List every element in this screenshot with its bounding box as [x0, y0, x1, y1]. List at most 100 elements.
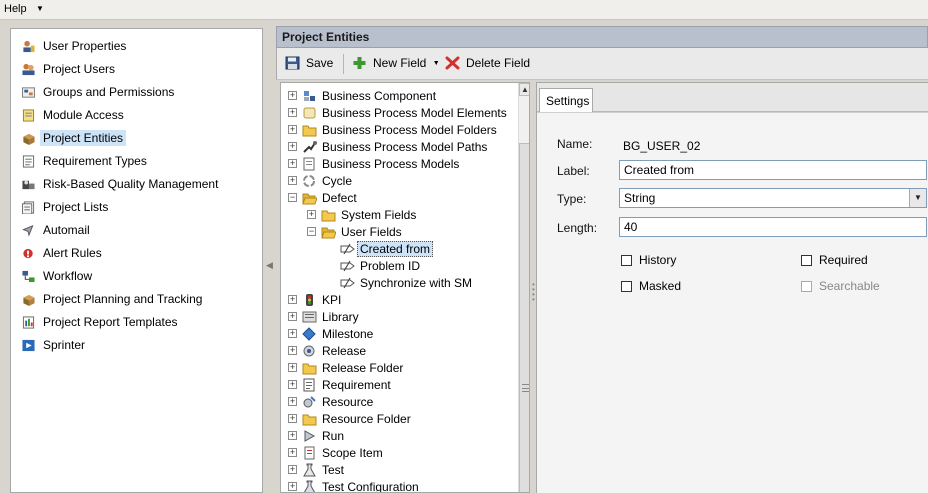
sidebar-item-project-report-templates[interactable]: Project Report Templates — [21, 312, 257, 333]
type-select[interactable]: String ▼ — [619, 188, 927, 208]
help-menu[interactable]: Help — [4, 3, 27, 15]
sidebar-item-risk-based-quality-management[interactable]: Risk-Based Quality Management — [21, 174, 257, 195]
sidebar-item-user-properties[interactable]: User Properties — [21, 36, 257, 57]
test-config-icon — [303, 480, 316, 492]
tree-node-label: Problem ID — [360, 259, 421, 273]
tree-node-label: Synchronize with SM — [360, 276, 473, 290]
scroll-thumb[interactable] — [519, 143, 529, 492]
sidebar-item-alert-rules[interactable]: Alert Rules — [21, 243, 257, 264]
tree-node-system-fields[interactable]: + System Fields — [281, 207, 517, 224]
sidebar-item-project-users[interactable]: Project Users — [21, 59, 257, 80]
tree-node-business-component[interactable]: + Business Component — [281, 88, 517, 105]
sidebar-item-label: Alert Rules — [43, 246, 102, 260]
sidebar-item-workflow[interactable]: Workflow — [21, 266, 257, 287]
tree-node-resource-folder[interactable]: + Resource Folder — [281, 411, 517, 428]
tree-node-synchronize-with-sm[interactable]: Synchronize with SM — [281, 275, 517, 292]
tree-node-defect[interactable]: − Defect — [281, 190, 517, 207]
tree-node-scope-item[interactable]: + Scope Item — [281, 445, 517, 462]
planning-icon — [23, 294, 35, 306]
tree-node-business-process-models[interactable]: + Business Process Models — [281, 156, 517, 173]
sidebar-item-module-access[interactable]: Module Access — [21, 105, 257, 126]
field-icon — [340, 243, 355, 255]
tree-node-resource[interactable]: + Resource — [281, 394, 517, 411]
expand-icon[interactable]: + — [288, 312, 297, 321]
tree-node-release-folder[interactable]: + Release Folder — [281, 360, 517, 377]
tree-node-business-process-model-folders[interactable]: + Business Process Model Folders — [281, 122, 517, 139]
expand-icon[interactable]: + — [307, 210, 316, 219]
save-button[interactable]: Save — [285, 56, 333, 72]
expand-icon[interactable]: + — [288, 176, 297, 185]
expand-icon[interactable]: + — [288, 295, 297, 304]
collapse-icon[interactable]: − — [288, 193, 297, 202]
expand-icon[interactable]: + — [288, 397, 297, 406]
delete-field-button[interactable]: Delete Field — [445, 56, 530, 72]
groups-icon — [22, 87, 35, 98]
tree-node-run[interactable]: + Run — [281, 428, 517, 445]
tree-vertical-scrollbar[interactable]: ▲ — [518, 83, 529, 492]
expand-icon[interactable]: + — [288, 414, 297, 423]
collapse-icon[interactable]: − — [307, 227, 316, 236]
expand-icon[interactable]: + — [288, 142, 297, 151]
chevron-down-icon[interactable]: ▼ — [909, 189, 926, 207]
requirement-icon — [303, 378, 315, 392]
sidebar-item-label: Workflow — [43, 269, 93, 283]
sidebar-item-project-lists[interactable]: Project Lists — [21, 197, 257, 218]
expand-icon[interactable]: + — [288, 431, 297, 440]
expand-icon[interactable]: + — [288, 159, 297, 168]
expand-icon[interactable]: + — [288, 448, 297, 457]
expand-icon[interactable]: + — [288, 363, 297, 372]
sidebar-item-requirement-types[interactable]: Requirement Types — [21, 151, 257, 172]
tree-node-release[interactable]: + Release — [281, 343, 517, 360]
expand-icon[interactable]: + — [288, 91, 297, 100]
chevron-down-icon[interactable]: ▼ — [433, 60, 440, 67]
tree-node-label: Test Configuration — [322, 480, 419, 493]
bpm-paths-icon — [303, 141, 317, 153]
expand-icon[interactable]: + — [288, 380, 297, 389]
tree-node-label: Cycle — [322, 174, 353, 188]
tree-node-user-fields[interactable]: − User Fields — [281, 224, 517, 241]
sidebar-item-groups-and-permissions[interactable]: Groups and Permissions — [21, 82, 257, 103]
page-title: Project Entities — [282, 30, 370, 44]
tree-node-test[interactable]: + Test — [281, 462, 517, 479]
scroll-up-icon[interactable]: ▲ — [519, 83, 529, 96]
expand-icon[interactable]: + — [288, 329, 297, 338]
tree-node-kpi[interactable]: + KPI — [281, 292, 517, 309]
length-label: Length: — [557, 221, 598, 235]
tree-node-test-configuration[interactable]: + Test Configuration — [281, 479, 517, 493]
tree-node-created-from[interactable]: Created from — [281, 241, 517, 258]
tree-node-cycle[interactable]: + Cycle — [281, 173, 517, 190]
right-pane: Project Entities Save New Field ▼ Delete… — [274, 20, 928, 493]
expand-icon[interactable]: + — [288, 346, 297, 355]
type-label: Type: — [557, 192, 587, 206]
tree-node-label: Scope Item — [322, 446, 383, 460]
sidebar-item-label: Project Planning and Tracking — [43, 292, 203, 306]
tab-settings[interactable]: Settings — [539, 88, 593, 112]
sidebar-item-project-entities[interactable]: Project Entities — [21, 128, 257, 149]
collapse-arrow-icon[interactable]: ◀ — [266, 260, 273, 271]
new-field-button[interactable]: New Field ▼ — [352, 56, 440, 72]
sidebar-item-label: Project Report Templates — [43, 315, 178, 329]
tree-node-milestone[interactable]: + Milestone — [281, 326, 517, 343]
tree-node-requirement[interactable]: + Requirement — [281, 377, 517, 394]
sidebar-item-automail[interactable]: Automail — [21, 220, 257, 241]
tree-node-business-process-model-elements[interactable]: + Business Process Model Elements — [281, 105, 517, 122]
sidebar-item-project-planning-and-tracking[interactable]: Project Planning and Tracking — [21, 289, 257, 310]
sidebar-item-sprinter[interactable]: Sprinter — [21, 335, 257, 356]
tree-node-library[interactable]: + Library — [281, 309, 517, 326]
tree-node-label: Release Folder — [322, 361, 404, 375]
expand-icon[interactable]: + — [288, 125, 297, 134]
tree-node-problem-id[interactable]: Problem ID — [281, 258, 517, 275]
help-menu-dropdown-icon[interactable]: ▼ — [36, 4, 44, 13]
module-access-icon — [22, 109, 35, 122]
label-input[interactable]: Created from — [619, 160, 927, 180]
expand-icon[interactable]: + — [288, 482, 297, 491]
tree-node-business-process-model-paths[interactable]: + Business Process Model Paths — [281, 139, 517, 156]
length-input[interactable]: 40 — [619, 217, 927, 237]
tree-node-label: Business Process Model Paths — [322, 140, 488, 154]
sidebar-item-label: Project Users — [43, 62, 116, 76]
folder-open-icon — [321, 227, 336, 239]
left-splitter[interactable]: ◀ — [264, 20, 274, 493]
expand-icon[interactable]: + — [288, 108, 297, 117]
expand-icon[interactable]: + — [288, 465, 297, 474]
folder-icon — [302, 125, 317, 137]
